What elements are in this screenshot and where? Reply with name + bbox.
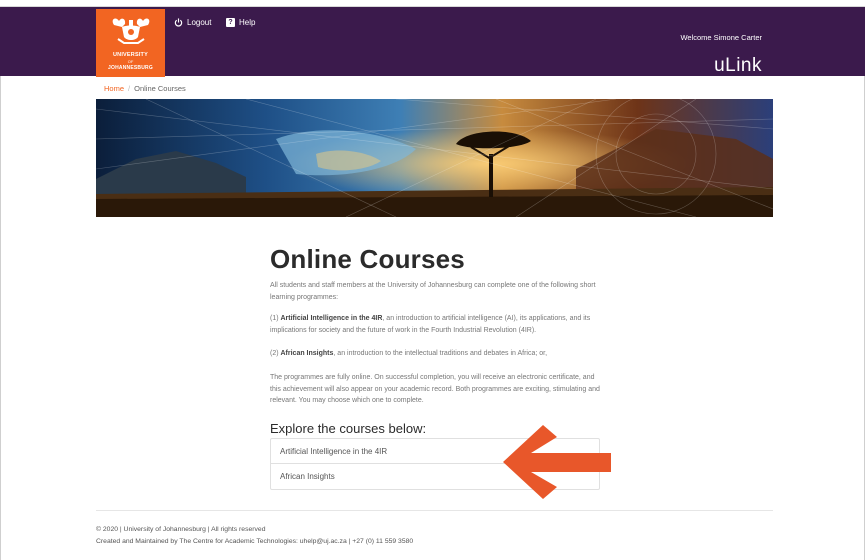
programme-1-description: (1) Artificial Intelligence in the 4IR, … (270, 313, 600, 336)
programme-2-name: African Insights (280, 350, 334, 357)
explore-heading: Explore the courses below: (270, 421, 427, 436)
brand-title: uLink (714, 55, 762, 76)
help-label: Help (239, 18, 256, 27)
programme-1-prefix: (1) (270, 315, 281, 322)
footer-divider (96, 510, 773, 511)
logout-link[interactable]: Logout (174, 18, 211, 27)
programme-1-name: Artificial Intelligence in the 4IR (280, 315, 383, 322)
main-content: Online Courses All students and staff me… (270, 244, 600, 404)
logo-text-university: UNIVERSITY (112, 52, 148, 58)
logout-label: Logout (187, 18, 212, 27)
uj-emblem-icon (112, 18, 149, 44)
help-link[interactable]: ? Help (226, 18, 255, 27)
footer-copyright: © 2020 | University of Johannesburg | Al… (96, 526, 266, 533)
programme-2-prefix: (2) (270, 350, 281, 357)
breadcrumb-current: Online Courses (134, 84, 186, 93)
page-title: Online Courses (270, 244, 465, 274)
breadcrumb: Home / Online Courses (104, 84, 186, 93)
hero-banner-image (96, 99, 773, 217)
power-icon (174, 18, 183, 27)
logo-text-of: OF (127, 59, 134, 64)
closing-paragraph: The programmes are fully online. On succ… (270, 374, 600, 404)
breadcrumb-home-link[interactable]: Home (104, 84, 124, 93)
university-logo[interactable]: UNIVERSITY OF JOHANNESBURG (96, 9, 165, 77)
question-icon: ? (226, 18, 235, 27)
welcome-text: Welcome Simone Carter (680, 33, 762, 42)
logo-text-johannesburg: JOHANNESBURG (108, 65, 153, 71)
left-arrow-icon (503, 425, 611, 499)
breadcrumb-separator: / (128, 84, 131, 93)
footer-maintained-by: Created and Maintained by The Centre for… (96, 538, 414, 545)
programme-2-text: , an introduction to the intellectual tr… (333, 350, 548, 357)
intro-paragraph: All students and staff members at the Un… (270, 282, 596, 301)
programme-2-description: (2) African Insights, an introduction to… (270, 348, 600, 360)
